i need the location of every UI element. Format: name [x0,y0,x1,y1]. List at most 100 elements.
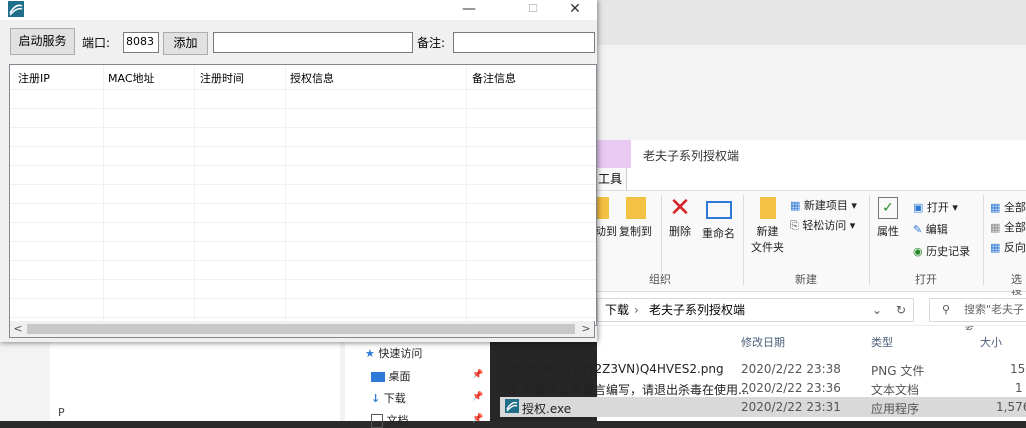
ribbon-divider [743,195,744,285]
grid-row-line [10,89,596,90]
registration-grid[interactable]: 注册IP MAC地址 注册时间 授权信息 备注信息 [9,64,597,326]
ribbon-divider [869,195,870,285]
port-label: 端口: [82,36,111,50]
file-type: 应用程序 [871,402,920,416]
select-all-icon: ▦ [990,201,1001,214]
explorer-titlebar: 老夫子系列授权端 [597,140,1026,168]
column-header-remark[interactable]: 备注信息 [472,70,516,86]
minimize-button[interactable]: — [446,0,492,20]
file-size: 1 [1015,381,1023,395]
file-name: 7Y(AB1)}U12Z3VN)Q4HVES2.png [522,362,724,376]
file-name: 授权.exe [522,402,572,416]
folder-copy-icon [625,197,646,219]
select-none-button[interactable]: ▦ 全部 [990,219,1026,235]
pin-icon: 📌 [472,414,484,424]
start-service-button[interactable]: 启动服务 [10,28,75,55]
column-header-time[interactable]: 注册时间 [200,70,244,86]
history-icon: ◉ [913,245,923,258]
list-item-selected[interactable]: 授权.exe 2020/2/22 23:31 应用程序 1,576 [500,397,1026,417]
scroll-left-arrow[interactable]: < [10,321,26,337]
column-header-mac[interactable]: MAC地址 [108,70,155,86]
nav-item-documents[interactable]: 文档 [371,412,409,428]
grid-row-line [10,222,596,223]
grid-column-line [103,65,104,322]
easy-access-button[interactable]: ⎘ 轻松访问 ▾ [790,217,855,233]
grid-row-line [10,279,596,280]
tab-tools[interactable]: 工具 [597,168,627,190]
column-modified[interactable]: 修改日期 [741,334,785,350]
add-button[interactable]: 添加 [163,32,208,55]
new-folder-button[interactable]: 新建 文件夹 [751,197,784,255]
app-logo-icon [8,1,24,17]
ribbon-divider [983,195,984,285]
grid-row-line [10,127,596,128]
nav-item-quick-access[interactable]: ★ 快速访问 [365,345,422,361]
download-arrow-icon: ↓ [371,392,381,405]
remark-label: 备注: [417,36,446,50]
edit-icon: ✎ [913,223,923,236]
new-item-button[interactable]: ▦ 新建项目 ▾ [790,197,857,213]
chevron-down-icon[interactable]: ⌄ [872,299,882,321]
license-server-window: — ☐ ✕ 启动服务 端口: 8083 添加 备注: 注册IP MAC地址 注册… [0,0,597,342]
invert-selection-button[interactable]: ▦ 反向 [990,239,1026,255]
file-type: PNG 文件 [871,364,925,378]
column-header-license[interactable]: 授权信息 [290,70,334,86]
pin-icon: 📌 [472,370,484,380]
list-item[interactable]: 🗎 本程序由易语言编写，请退出杀毒在使用... 2020/2/22 23:36 … [500,378,1026,398]
column-type[interactable]: 类型 [871,334,893,350]
refresh-icon[interactable]: ↻ [896,299,906,321]
explorer-title: 老夫子系列授权端 [643,149,740,163]
column-size[interactable]: 大小 [980,334,1002,350]
nav-item-desktop[interactable]: 桌面 [371,368,411,384]
background-document-text: P [58,406,65,419]
ribbon-context-tab[interactable] [597,140,631,168]
group-open-label: 打开 [915,273,937,286]
ribbon: 动到 复制到 ✕ 删除 重命名 组织 新建 文件夹 ▦ 新建项目 ▾ ⎘ 轻松访… [597,191,1026,302]
grid-row-line [10,241,596,242]
move-to-button[interactable]: 动到 [597,197,617,239]
file-modified: 2020/2/22 23:38 [741,362,841,376]
column-header-ip[interactable]: 注册IP [18,70,50,86]
close-button[interactable]: ✕ [552,0,598,20]
maximize-button[interactable]: ☐ [510,0,556,20]
easy-access-icon: ⎘ [790,219,799,232]
file-modified: 2020/2/22 23:31 [741,400,841,414]
breadcrumb-current-folder[interactable]: 老夫子系列授权端 [649,299,745,321]
rename-button[interactable]: 重命名 [702,197,735,241]
invert-icon: ▦ [990,241,1001,254]
scroll-right-arrow[interactable]: > [578,321,594,337]
address-bar[interactable]: 下载 › 老夫子系列授权端 ⌄ ↻ [597,298,914,322]
file-name: 本程序由易语言编写，请退出杀毒在使用... [522,383,750,397]
breadcrumb-downloads[interactable]: 下载 [605,299,629,321]
properties-button[interactable]: ✓ 属性 [877,197,899,239]
breadcrumb-separator: › [634,303,639,317]
new-item-icon: ▦ [790,199,801,212]
document-icon [371,414,383,428]
group-organize-label: 组织 [649,273,671,286]
grid-row-line [10,260,596,261]
list-item[interactable]: 🖼 7Y(AB1)}U12Z3VN)Q4HVES2.png 2020/2/22 … [500,359,1026,379]
app-toolbar: 启动服务 端口: 8083 添加 备注: [0,20,597,62]
history-button[interactable]: ◉ 历史记录 [913,243,970,259]
copy-to-button[interactable]: 复制到 [619,197,652,239]
app-exe-icon [505,399,519,416]
grid-row-line [10,165,596,166]
horizontal-scrollbar[interactable]: < > [9,321,595,338]
text-input[interactable] [213,32,413,53]
delete-x-icon: ✕ [669,193,691,223]
port-input[interactable]: 8083 [123,32,159,53]
star-icon: ★ [365,347,375,360]
delete-button[interactable]: ✕ 删除 [669,193,691,239]
file-list-header: 名称 修改日期 类型 大小 [597,330,1026,352]
scrollbar-thumb[interactable] [27,324,575,334]
remark-input[interactable] [453,32,595,53]
edit-button[interactable]: ✎ 编辑 [913,221,948,237]
file-size: 1,576 [996,400,1026,414]
background-window-strip [597,0,1026,45]
open-button[interactable]: ▣ 打开 ▾ [913,199,958,215]
explorer-nav-pane: ★ 快速访问 桌面 📌 ↓ 下载 📌 文档 📌 [345,340,490,428]
nav-item-downloads[interactable]: ↓ 下载 [371,390,406,406]
select-all-button[interactable]: ▦ 全部 [990,199,1026,215]
properties-check-icon: ✓ [878,197,898,219]
search-input[interactable]: ⚲ 搜索"老夫子系 [929,298,1026,338]
